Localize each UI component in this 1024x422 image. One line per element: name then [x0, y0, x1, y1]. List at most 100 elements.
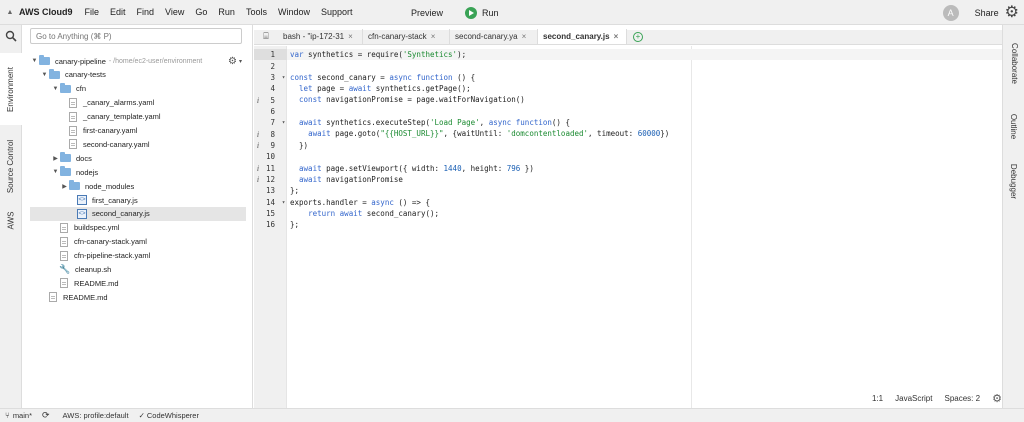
tab-source-control[interactable]: Source Control	[0, 125, 22, 207]
tree-file[interactable]: cfn-pipeline-stack.yaml	[30, 249, 246, 263]
tree-settings-gear-icon[interactable]: ⚙	[228, 56, 237, 67]
menu-run[interactable]: Run	[218, 7, 235, 17]
tree-file[interactable]: cfn-canary-stack.yaml	[30, 235, 246, 249]
add-tab-icon[interactable]: +	[633, 32, 643, 42]
tree-file[interactable]: <> second_canary.js	[30, 206, 246, 221]
info-annotation-icon[interactable]: i	[254, 175, 262, 184]
line-number: 3	[270, 72, 275, 82]
code-line[interactable]: })	[287, 140, 1002, 151]
tree-folder[interactable]: ▶ node_modules	[30, 179, 246, 193]
folder-icon	[49, 68, 60, 79]
code-line[interactable]: let page = await synthetics.getPage();	[287, 83, 1002, 94]
tree-file[interactable]: 🔧 cleanup.sh	[30, 263, 246, 277]
code-line[interactable]	[287, 151, 1002, 162]
tab-second-canary-yaml[interactable]: second-canary.ya ×	[450, 29, 538, 44]
tree-file[interactable]: first-canary.yaml	[30, 124, 246, 138]
indent-setting[interactable]: Spaces: 2	[944, 394, 980, 403]
info-annotation-icon[interactable]: i	[254, 96, 262, 105]
caret-right-icon[interactable]: ▶	[51, 155, 60, 162]
info-annotation-icon[interactable]: i	[254, 164, 262, 173]
tab-bash-terminal[interactable]: bash - "ip-172-31 ×	[278, 29, 363, 44]
menu-right: A Share ⚙	[942, 0, 1024, 25]
code-area[interactable]: var synthetics = require('Synthetics'); c…	[287, 46, 1002, 408]
tree-file[interactable]: README.md	[30, 290, 246, 304]
menu-go[interactable]: Go	[195, 7, 207, 17]
code-line[interactable]	[287, 106, 1002, 117]
fold-caret-icon[interactable]: ▾	[280, 199, 287, 206]
go-to-anything-input[interactable]	[30, 28, 242, 44]
menu-support[interactable]: Support	[321, 7, 353, 17]
menu-edit[interactable]: Edit	[110, 7, 126, 17]
caret-down-icon[interactable]: ▼	[40, 72, 49, 78]
tab-debugger[interactable]: Debugger	[1003, 153, 1024, 209]
code-line[interactable]: };	[287, 185, 1002, 196]
line-number-row: 16	[254, 219, 287, 230]
tab-environment[interactable]: Environment	[0, 53, 22, 125]
line-number-row: 3 ▾	[254, 72, 287, 83]
language-mode[interactable]: JavaScript	[895, 394, 932, 403]
code-line[interactable]: await synthetics.executeStep('Load Page'…	[287, 117, 1002, 128]
tab-menu-icon[interactable]: ⌸	[254, 29, 278, 44]
caret-down-icon[interactable]: ▼	[51, 169, 60, 175]
close-icon[interactable]: ×	[522, 32, 527, 41]
tree-settings-caret-icon[interactable]: ▾	[239, 58, 242, 65]
menu-find[interactable]: Find	[137, 7, 155, 17]
preview-button[interactable]: Preview	[411, 8, 443, 18]
tree-file[interactable]: _canary_template.yaml	[30, 110, 246, 124]
menu-view[interactable]: View	[165, 7, 184, 17]
code-line[interactable]: var synthetics = require('Synthetics');	[287, 49, 1002, 61]
gear-icon[interactable]: ⚙	[1005, 4, 1019, 21]
tab-aws[interactable]: AWS	[0, 207, 22, 233]
code-line[interactable]: const second_canary = async function () …	[287, 72, 1002, 83]
codewhisperer-status[interactable]: ✓ CodeWhisperer	[139, 411, 199, 420]
editor-settings-gear-icon[interactable]: ⚙	[992, 392, 1002, 405]
tree-folder[interactable]: ▼ nodejs	[30, 165, 246, 179]
git-branch[interactable]: ⑂ main*	[0, 411, 32, 420]
close-icon[interactable]: ×	[614, 32, 619, 41]
menu-window[interactable]: Window	[278, 7, 310, 17]
app-brand[interactable]: AWS Cloud9	[19, 7, 73, 17]
sync-status[interactable]: ⟳	[42, 410, 53, 421]
run-button[interactable]: Run	[482, 8, 499, 18]
share-button[interactable]: Share	[975, 8, 999, 18]
play-icon[interactable]	[465, 6, 478, 19]
info-annotation-icon[interactable]: i	[254, 130, 262, 139]
caret-down-icon[interactable]: ▼	[30, 58, 39, 64]
tab-outline[interactable]: Outline	[1003, 101, 1024, 151]
fold-caret-icon[interactable]: ▾	[280, 119, 287, 126]
close-icon[interactable]: ×	[431, 32, 436, 41]
tree-file[interactable]: <> first_canary.js	[30, 193, 246, 207]
tab-cfn-canary-stack[interactable]: cfn-canary-stack ×	[363, 29, 450, 44]
code-line[interactable]: const navigationPromise = page.waitForNa…	[287, 94, 1002, 105]
caret-down-icon[interactable]: ▼	[51, 86, 60, 92]
search-icon[interactable]	[5, 30, 17, 42]
code-line[interactable]: exports.handler = async () => {	[287, 197, 1002, 208]
close-icon[interactable]: ×	[348, 32, 353, 41]
caret-right-icon[interactable]: ▶	[60, 183, 69, 190]
avatar[interactable]: A	[942, 4, 959, 21]
tree-folder[interactable]: ▶ docs	[30, 151, 246, 165]
code-line[interactable]: await page.setViewport({ width: 1440, he…	[287, 163, 1002, 174]
tree-file[interactable]: README.md	[30, 276, 246, 290]
code-editor[interactable]: 1 2 3 ▾ 4 i 5 6 7 ▾ i 8 i 9 10 i 11 i 12 13 14 ▾ 15 16 var synt…	[254, 46, 1002, 408]
code-line[interactable]	[287, 60, 1002, 71]
tree-file[interactable]: _canary_alarms.yaml	[30, 96, 246, 110]
menu-file[interactable]: File	[85, 7, 100, 17]
menu-tools[interactable]: Tools	[246, 7, 267, 17]
tree-folder[interactable]: ▼ canary-tests	[30, 68, 246, 82]
code-line[interactable]: };	[287, 219, 1002, 230]
tree-file[interactable]: second-canary.yaml	[30, 137, 246, 151]
code-line[interactable]: return await second_canary();	[287, 208, 1002, 219]
tree-folder[interactable]: ▼ canary-pipeline - /home/ec2-user/environ…	[30, 54, 246, 68]
tab-collaborate[interactable]: Collaborate	[1003, 29, 1024, 97]
tree-file[interactable]: buildspec.yml	[30, 221, 246, 235]
tree-folder[interactable]: ▼ cfn	[30, 82, 246, 96]
caret-up-icon[interactable]: ▲	[3, 9, 17, 16]
cursor-position[interactable]: 1:1	[872, 394, 883, 403]
tab-second-canary-js[interactable]: second_canary.js ×	[538, 29, 627, 44]
code-line[interactable]: await navigationPromise	[287, 174, 1002, 185]
info-annotation-icon[interactable]: i	[254, 141, 262, 150]
code-line[interactable]: await page.goto("{{HOST_URL}}", {waitUnt…	[287, 128, 1002, 139]
aws-profile[interactable]: AWS: profile:default	[63, 411, 129, 420]
fold-caret-icon[interactable]: ▾	[280, 74, 287, 81]
